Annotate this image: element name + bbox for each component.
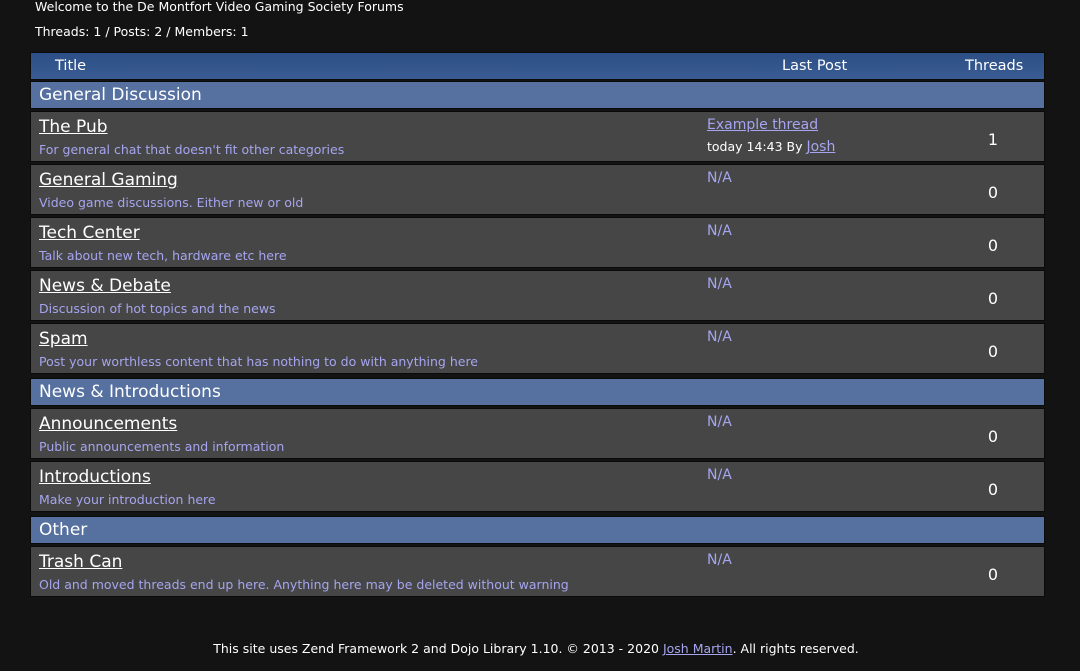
last-post-meta: today 14:43 By Josh — [707, 139, 835, 155]
forum-description: Make your introduction here — [39, 492, 216, 507]
forum-description: Discussion of hot topics and the news — [39, 301, 276, 316]
thread-count: 0 — [987, 183, 999, 202]
forum-link[interactable]: Tech Center — [39, 223, 140, 243]
last-post: N/A — [707, 223, 732, 239]
thread-count: 0 — [987, 236, 999, 255]
thread-count: 0 — [987, 289, 999, 308]
footer-author-link[interactable]: Josh Martin — [663, 641, 733, 656]
forum-description: Talk about new tech, hardware etc here — [39, 248, 287, 263]
welcome-message: Welcome to the De Montfort Video Gaming … — [35, 0, 404, 14]
thread-count: 0 — [987, 480, 999, 499]
forum-description: Post your worthless content that has not… — [39, 354, 479, 369]
last-post: N/A — [707, 552, 732, 568]
last-post: N/A — [707, 276, 732, 292]
last-post-thread-link[interactable]: Example thread — [707, 117, 818, 133]
category-header: General Discussion — [30, 81, 1045, 109]
thread-count: 0 — [987, 342, 999, 361]
column-header-threads: Threads — [965, 58, 1024, 74]
forum-row: Trash Can Old and moved threads end up h… — [30, 546, 1045, 597]
footer-rights: . All rights reserved. — [732, 641, 859, 656]
forum-link[interactable]: Spam — [39, 329, 88, 349]
footer: This site uses Zend Framework 2 and Dojo… — [0, 641, 1072, 656]
forum-row: Announcements Public announcements and i… — [30, 408, 1045, 459]
column-header-last-post: Last Post — [782, 58, 848, 74]
thread-count: 1 — [987, 130, 999, 149]
last-post-time: today 14:43 By — [707, 139, 803, 154]
thread-count: 0 — [987, 565, 999, 584]
forum-link[interactable]: Introductions — [39, 467, 151, 487]
category-header: Other — [30, 516, 1045, 544]
last-post-author-link[interactable]: Josh — [806, 139, 835, 155]
forum-link[interactable]: The Pub — [39, 117, 108, 137]
table-header: Title Last Post Threads — [30, 52, 1045, 80]
forum-row: The Pub For general chat that doesn't fi… — [30, 111, 1045, 162]
forum-description: For general chat that doesn't fit other … — [39, 142, 345, 157]
forum-link[interactable]: Announcements — [39, 414, 177, 434]
forum-description: Old and moved threads end up here. Anyth… — [39, 577, 569, 592]
forum-stats: Threads: 1 / Posts: 2 / Members: 1 — [35, 24, 249, 39]
forum-link[interactable]: News & Debate — [39, 276, 171, 296]
forum-row: Tech Center Talk about new tech, hardwar… — [30, 217, 1045, 268]
forum-row: Spam Post your worthless content that ha… — [30, 323, 1045, 374]
forum-row: General Gaming Video game discussions. E… — [30, 164, 1045, 215]
column-header-title: Title — [55, 58, 87, 74]
thread-count: 0 — [987, 427, 999, 446]
last-post: N/A — [707, 329, 732, 345]
forum-link[interactable]: Trash Can — [39, 552, 122, 572]
last-post: N/A — [707, 414, 732, 430]
forum-row: News & Debate Discussion of hot topics a… — [30, 270, 1045, 321]
footer-text: This site uses Zend Framework 2 and Dojo… — [213, 641, 663, 656]
last-post: N/A — [707, 467, 732, 483]
forum-description: Public announcements and information — [39, 439, 285, 454]
last-post: N/A — [707, 170, 732, 186]
forum-row: Introductions Make your introduction her… — [30, 461, 1045, 512]
forum-table: Title Last Post Threads General Discussi… — [30, 52, 1045, 597]
last-post: Example thread — [707, 117, 818, 133]
forum-link[interactable]: General Gaming — [39, 170, 178, 190]
category-header: News & Introductions — [30, 378, 1045, 406]
forum-description: Video game discussions. Either new or ol… — [39, 195, 304, 210]
